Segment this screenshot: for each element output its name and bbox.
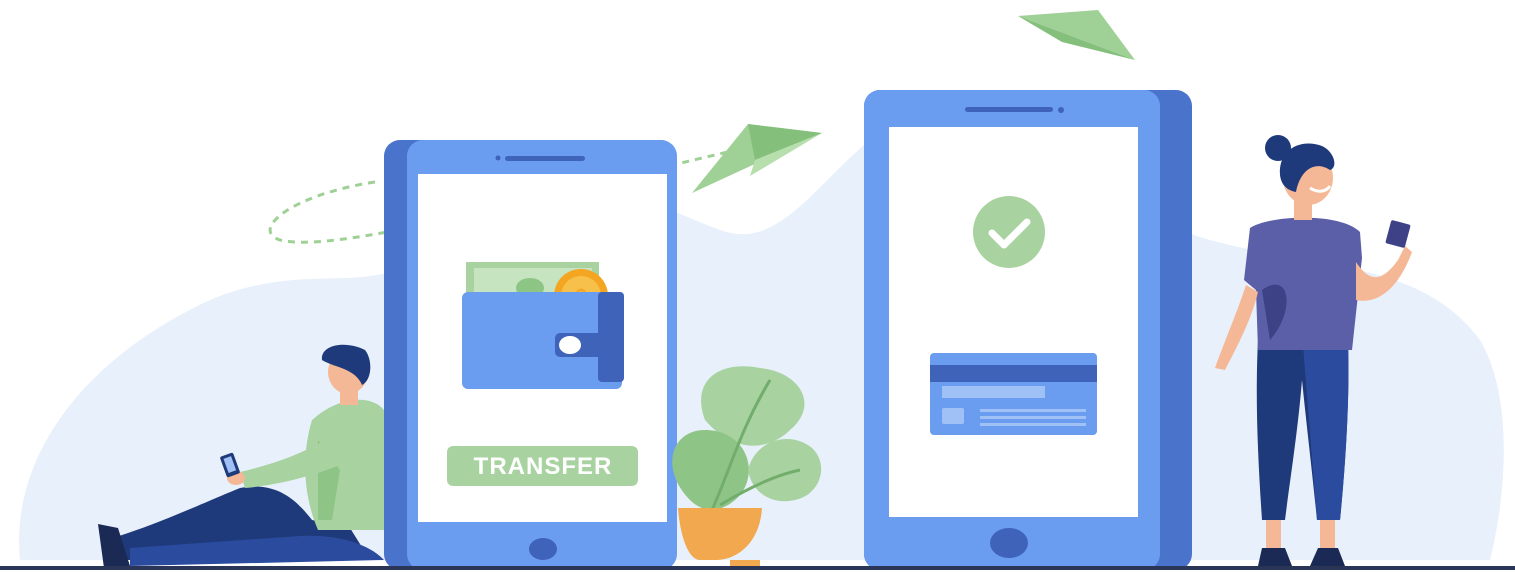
paper-plane-icon: [692, 124, 822, 193]
phone-icon: [1385, 220, 1411, 248]
checkmark-icon: [973, 196, 1045, 268]
home-button: [990, 528, 1028, 558]
wallet-icon: $: [462, 262, 624, 389]
money-transfer-illustration: $ TRANSFER: [0, 10, 1515, 570]
transfer-label: TRANSFER: [474, 453, 613, 480]
ground-line: [0, 566, 1515, 570]
paper-plane-icon: [1018, 10, 1135, 60]
sender-tablet: $ TRANSFER: [384, 140, 677, 570]
home-button: [529, 538, 557, 560]
transfer-button[interactable]: TRANSFER: [447, 446, 638, 486]
credit-card-icon: [930, 353, 1097, 435]
receiver-tablet: [864, 90, 1192, 570]
tablet-screen: [889, 127, 1138, 517]
